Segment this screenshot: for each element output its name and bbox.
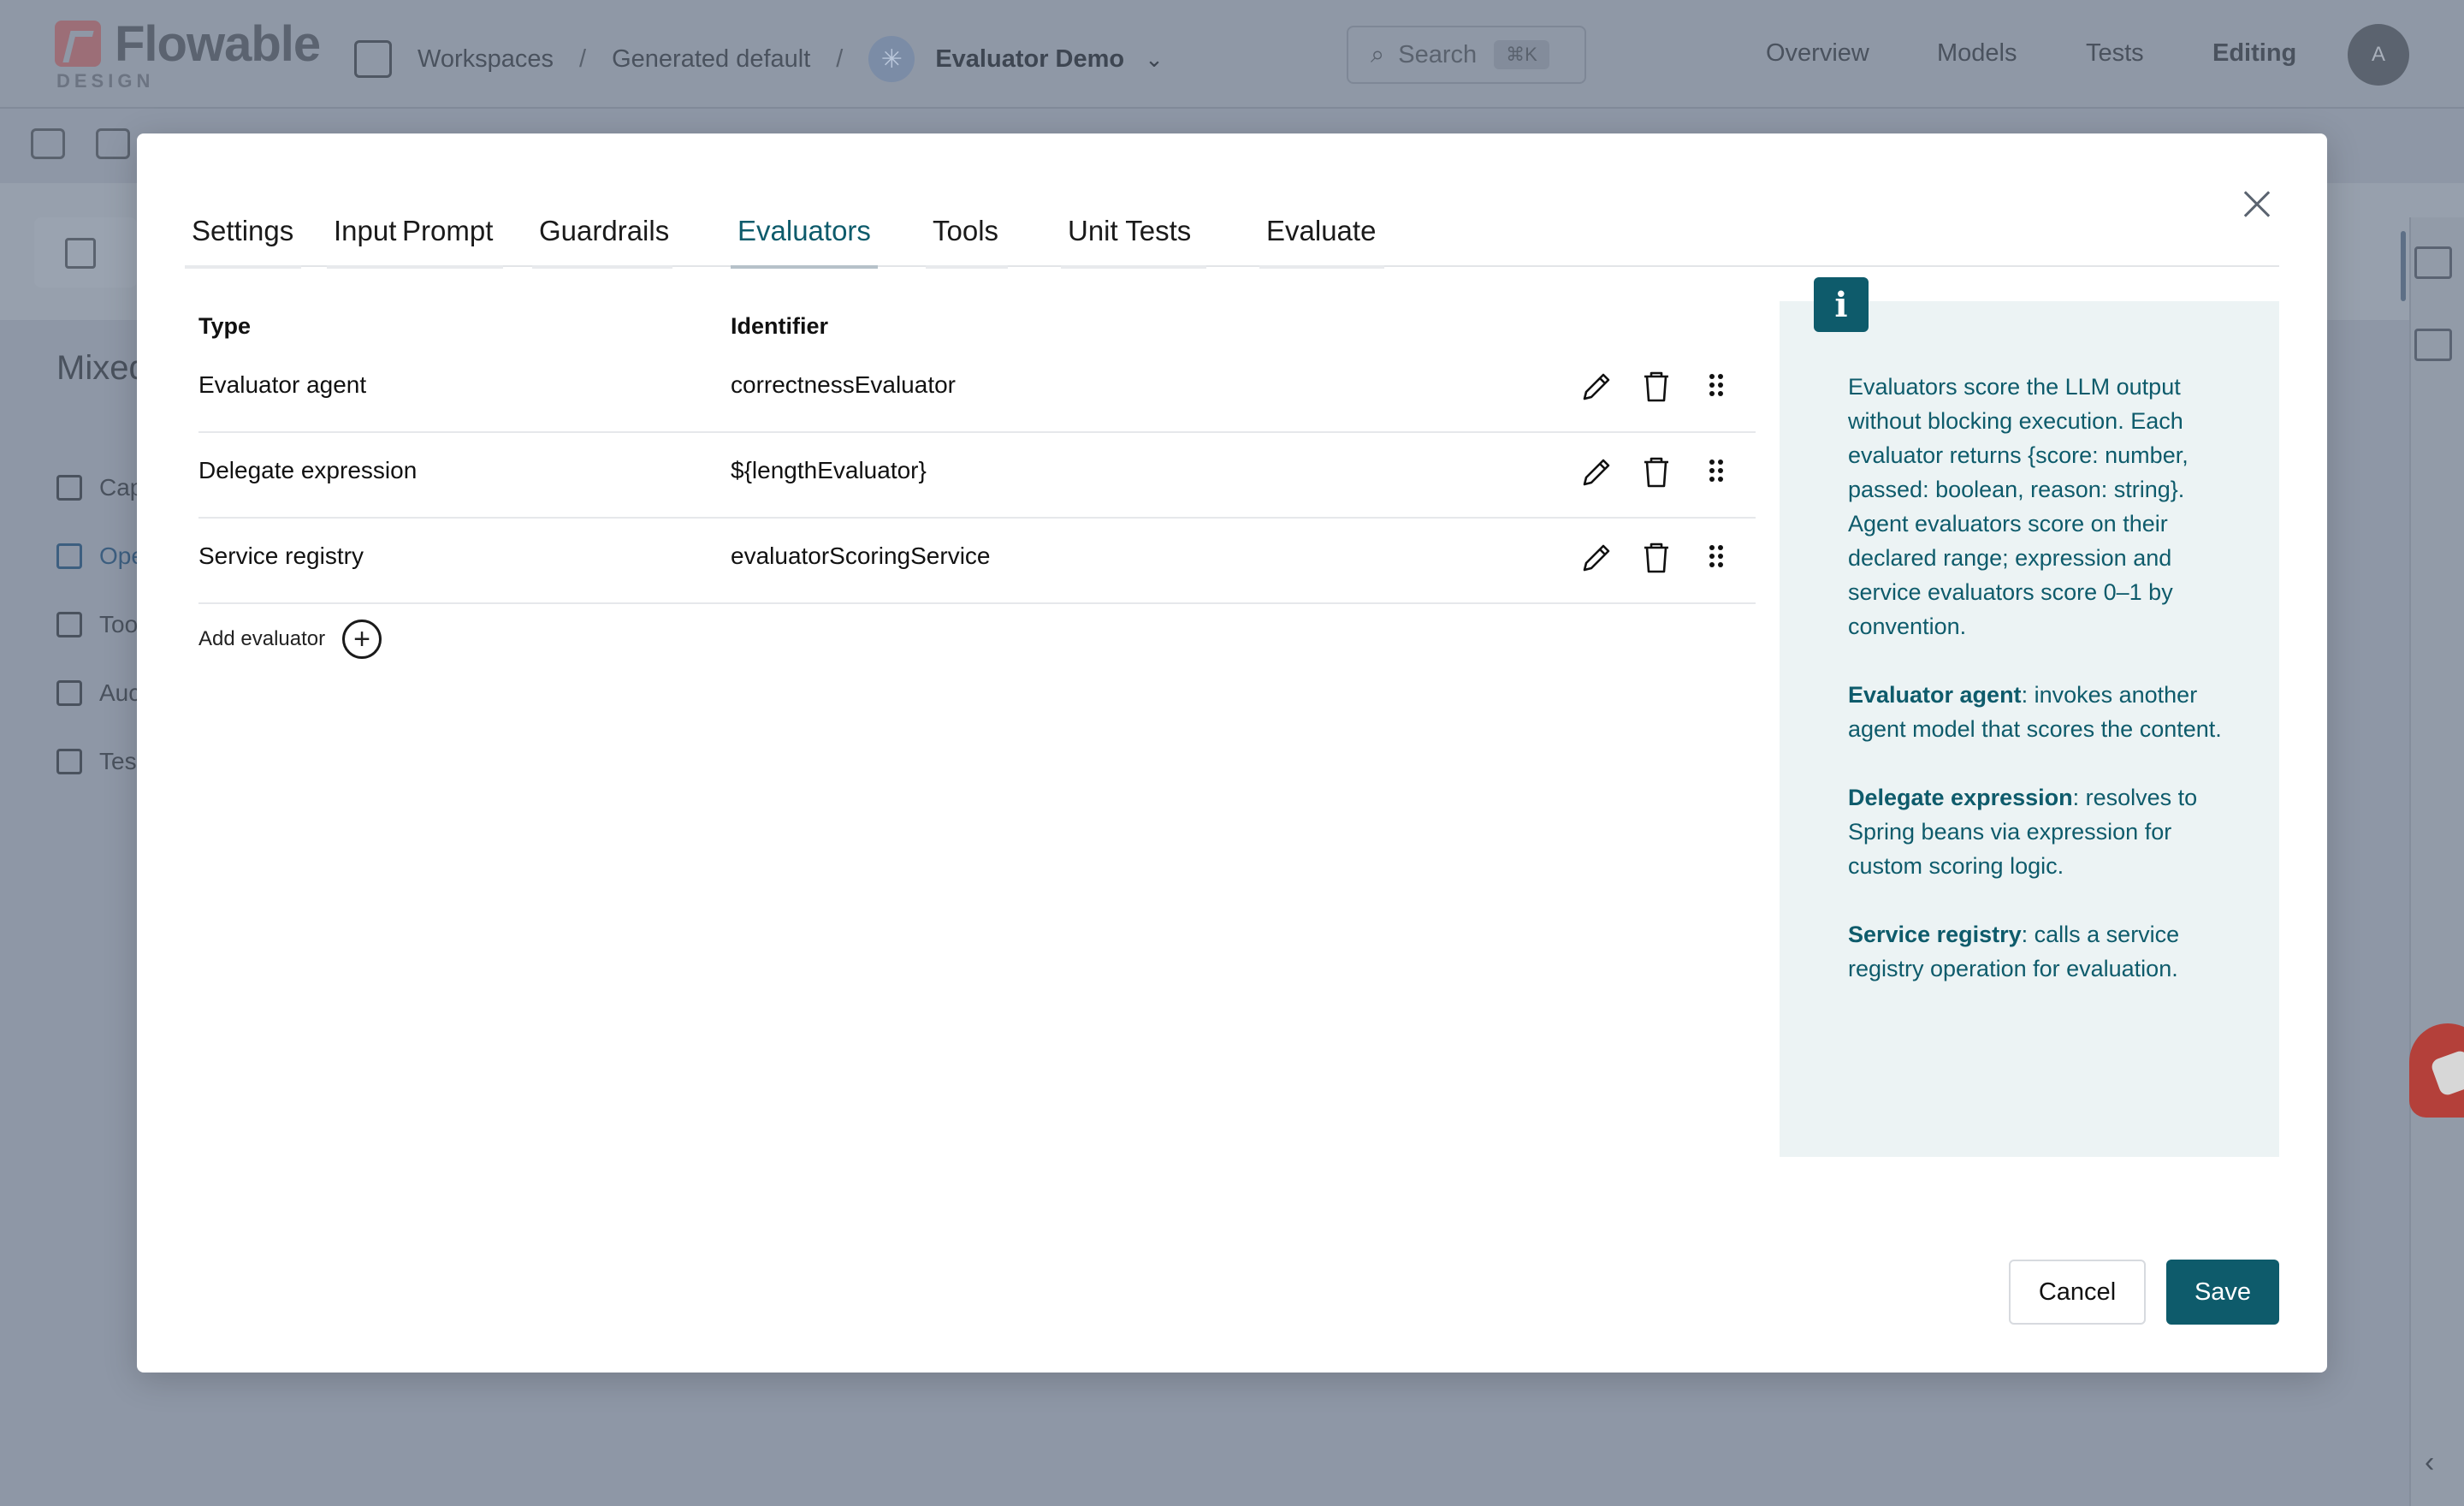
flask-icon bbox=[56, 749, 82, 774]
chart-icon bbox=[56, 680, 82, 706]
column-header-type: Type bbox=[198, 313, 252, 339]
breadcrumb-generated-default[interactable]: Generated default bbox=[612, 45, 810, 74]
search-icon: ⌕ bbox=[1371, 40, 1385, 68]
info-item: Delegate expression: resolves to Spring … bbox=[1848, 780, 2224, 883]
right-rail bbox=[2409, 217, 2464, 1506]
brand-name: Flowable bbox=[115, 16, 321, 72]
breadcrumb-evaluator-demo[interactable]: Evaluator Demo bbox=[935, 45, 1124, 74]
delete-icon[interactable] bbox=[1634, 536, 1679, 580]
secondary-toolbar bbox=[31, 128, 130, 159]
breadcrumb-workspaces[interactable]: Workspaces bbox=[418, 45, 554, 74]
info-item: Evaluator agent: invokes another agent m… bbox=[1848, 678, 2224, 746]
cube-icon bbox=[354, 40, 392, 78]
tab-evaluate[interactable]: Evaluate bbox=[1259, 210, 1384, 269]
save-icon[interactable] bbox=[31, 128, 65, 159]
flowable-logo-icon bbox=[55, 21, 101, 67]
row-type: Service registry bbox=[198, 543, 364, 569]
evaluators-dialog: Settings Input Prompt Guardrails Evaluat… bbox=[137, 133, 2327, 1373]
drag-handle-icon[interactable] bbox=[1694, 365, 1738, 409]
nav-editing[interactable]: Editing bbox=[2212, 39, 2296, 68]
cloud-upload-icon[interactable] bbox=[96, 128, 130, 159]
brand-sub: DESIGN bbox=[56, 70, 155, 92]
tab-settings[interactable]: Settings bbox=[185, 210, 301, 269]
table-row: Evaluator agent correctnessEvaluator bbox=[198, 347, 1756, 433]
nav-models[interactable]: Models bbox=[1937, 39, 2017, 68]
edit-icon[interactable] bbox=[1574, 450, 1619, 495]
drag-handle-icon[interactable] bbox=[1694, 450, 1738, 495]
add-evaluator-label: Add evaluator bbox=[198, 627, 326, 650]
sidebar-item-too[interactable]: Too bbox=[56, 590, 145, 659]
sidebar-item-label: Auc bbox=[99, 679, 141, 706]
avatar[interactable]: A bbox=[2348, 24, 2409, 86]
search-shortcut: ⌘K bbox=[1494, 40, 1549, 69]
info-intro: Evaluators score the LLM output without … bbox=[1848, 374, 2189, 639]
sidebar-title: Mixed bbox=[56, 349, 148, 387]
row-identifier: evaluatorScoringService bbox=[731, 543, 991, 569]
info-term: Delegate expression bbox=[1848, 785, 2073, 810]
breadcrumb-separator: / bbox=[579, 44, 587, 73]
search-placeholder: Search bbox=[1398, 40, 1478, 68]
cancel-button[interactable]: Cancel bbox=[2009, 1260, 2146, 1325]
nav-overview[interactable]: Overview bbox=[1766, 39, 1869, 68]
table-row: Delegate expression ${lengthEvaluator} bbox=[198, 433, 1756, 519]
breadcrumb-separator: / bbox=[836, 44, 844, 73]
add-evaluator-button[interactable]: Add evaluator + bbox=[198, 620, 382, 659]
arrows-icon bbox=[56, 543, 82, 569]
sliders-icon bbox=[56, 475, 82, 501]
column-header-identifier: Identifier bbox=[731, 313, 829, 339]
breadcrumb: Workspaces / Generated default / ✳ Evalu… bbox=[354, 36, 1164, 82]
outline-icon[interactable] bbox=[2414, 246, 2452, 279]
chevron-down-icon[interactable]: ⌄ bbox=[1145, 46, 1164, 73]
tab-guardrails[interactable]: Guardrails bbox=[532, 210, 672, 269]
edit-icon[interactable] bbox=[1574, 536, 1619, 580]
info-term: Service registry bbox=[1848, 922, 2022, 947]
row-identifier: ${lengthEvaluator} bbox=[731, 457, 927, 483]
hierarchy-icon[interactable] bbox=[2414, 329, 2452, 361]
tab-unit-tests[interactable]: Unit Tests bbox=[1061, 210, 1206, 269]
canvas-save-button[interactable] bbox=[34, 217, 137, 288]
drag-handle-icon[interactable] bbox=[1694, 536, 1738, 580]
sidebar-item-ope[interactable]: Ope bbox=[56, 522, 145, 590]
info-text: Evaluators score the LLM output without … bbox=[1848, 370, 2224, 1020]
sidebar-item-label: Too bbox=[99, 611, 139, 637]
edit-icon[interactable] bbox=[1574, 365, 1619, 409]
wrench-icon bbox=[56, 612, 82, 637]
plus-circle-icon[interactable]: + bbox=[342, 620, 382, 659]
app-badge-icon: ✳ bbox=[868, 36, 915, 82]
save-button[interactable]: Save bbox=[2166, 1260, 2279, 1325]
sidebar: Cap Ope Too Auc Tes bbox=[56, 454, 145, 796]
sidebar-item-tes[interactable]: Tes bbox=[56, 727, 145, 796]
chevron-left-icon[interactable]: ‹ bbox=[2425, 1446, 2434, 1479]
assistant-mascot-icon[interactable] bbox=[2409, 1023, 2464, 1118]
dialog-tabs: Settings Input Prompt Guardrails Evaluat… bbox=[185, 210, 2279, 269]
top-bar: Flowable DESIGN Workspaces / Generated d… bbox=[0, 0, 2464, 109]
rail-active-indicator bbox=[2401, 231, 2406, 301]
info-term: Evaluator agent bbox=[1848, 682, 2022, 708]
nav-tests[interactable]: Tests bbox=[2086, 39, 2144, 68]
row-type: Delegate expression bbox=[198, 457, 418, 483]
tab-tools[interactable]: Tools bbox=[926, 210, 1008, 269]
search-input[interactable]: ⌕ Search ⌘K bbox=[1347, 26, 1586, 84]
tab-evaluators[interactable]: Evaluators bbox=[731, 210, 878, 269]
info-item: Service registry: calls a service regist… bbox=[1848, 917, 2224, 986]
delete-icon[interactable] bbox=[1634, 450, 1679, 495]
sidebar-item-cap[interactable]: Cap bbox=[56, 454, 145, 522]
row-type: Evaluator agent bbox=[198, 371, 367, 398]
tab-prompt[interactable]: Prompt bbox=[395, 210, 503, 269]
sidebar-item-label: Tes bbox=[99, 748, 137, 774]
table-row: Service registry evaluatorScoringService bbox=[198, 519, 1756, 604]
delete-icon[interactable] bbox=[1634, 365, 1679, 409]
info-icon: i bbox=[1814, 277, 1869, 332]
sidebar-item-auc[interactable]: Auc bbox=[56, 659, 145, 727]
row-identifier: correctnessEvaluator bbox=[731, 371, 957, 398]
